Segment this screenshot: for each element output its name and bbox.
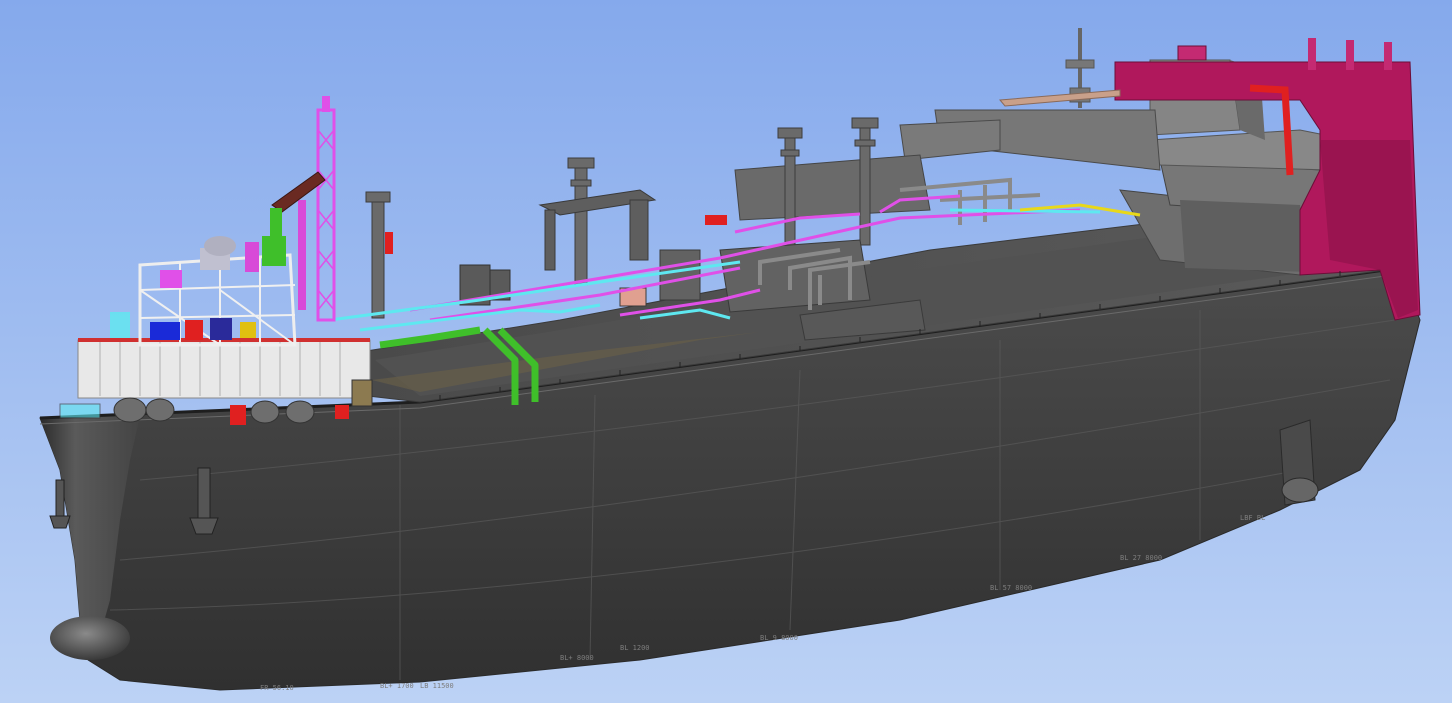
- hull-annotation-label: BL 1200: [620, 644, 650, 652]
- hull-annotation-label: FR 56.10: [260, 684, 294, 692]
- hull-annotation-label: BL+ 8000: [560, 654, 594, 662]
- hull-annotation-label: LBF BL: [1240, 514, 1265, 522]
- hull-annotation-label: BL 57 8000: [990, 584, 1032, 592]
- model-viewport[interactable]: FR 56.10 BL+ 1700 LB 11500 BL+ 8000 BL 1200 B…: [0, 0, 1452, 703]
- bulbous-bow: [50, 616, 130, 660]
- hull-annotation-label: BL 27 8000: [1120, 554, 1162, 562]
- hull-annotation-label: LB 11500: [420, 682, 454, 690]
- hull-annotation-label: BL+ 1700: [380, 682, 414, 690]
- hull-annotation-label: BL 9 8000: [760, 634, 798, 642]
- derrick-green-post: [270, 208, 282, 248]
- ship-model-scene: FR 56.10 BL+ 1700 LB 11500 BL+ 8000 BL 1200 B…: [0, 0, 1452, 703]
